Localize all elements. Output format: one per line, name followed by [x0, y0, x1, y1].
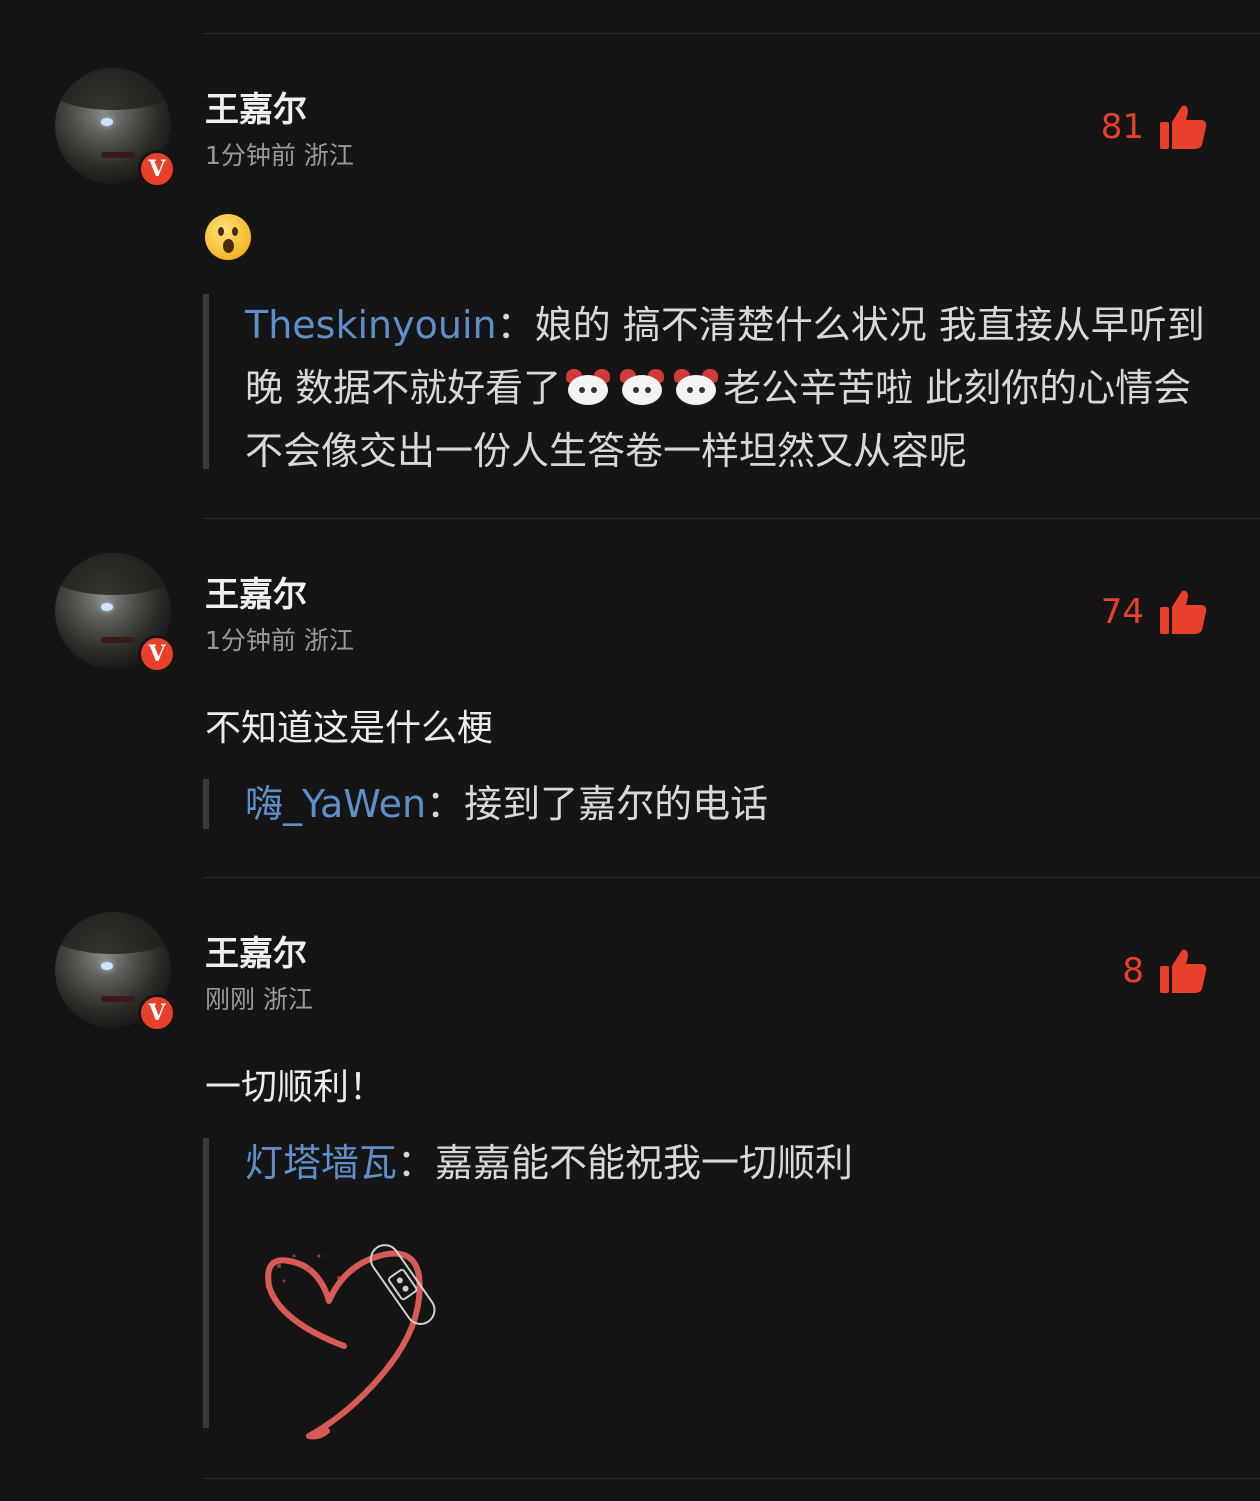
like-button[interactable]: 81 [1101, 102, 1208, 152]
like-count: 81 [1100, 107, 1144, 147]
comment-location: 浙江 [303, 626, 354, 655]
verified-badge-icon: V [138, 150, 176, 188]
comment-time: 刚刚 [205, 985, 256, 1014]
thumbs-up-icon [1160, 590, 1207, 634]
comment-text: 一切顺利！ [205, 1067, 386, 1108]
thumbs-up-icon [1160, 105, 1207, 149]
like-button[interactable]: 74 [1101, 587, 1208, 637]
divider [203, 1478, 1260, 1479]
username[interactable]: 王嘉尔 [205, 82, 307, 131]
reply-username[interactable]: Theskinyouin [245, 303, 497, 347]
comment-meta: 刚刚 浙江 [205, 980, 313, 1016]
reply-text: Theskinyouin：娘的 搞不清楚什么状况 我直接从早听到晚 数据不就好看… [245, 303, 1205, 473]
reply-text: 灯塔墙瓦：嘉嘉能不能祝我一切顺利 [245, 1141, 854, 1185]
like-button[interactable]: 8 [1122, 946, 1208, 996]
divider [203, 518, 1260, 519]
sticker-icon [618, 367, 666, 407]
verified-badge-icon: V [138, 994, 176, 1032]
like-count: 8 [1122, 951, 1144, 991]
comment-location: 浙江 [263, 985, 314, 1014]
reply-text: 嗨_YaWen：接到了嘉尔的电话 [245, 782, 769, 826]
thumbs-up-icon [1160, 949, 1207, 993]
comment-time: 1分钟前 [205, 626, 296, 655]
comment-time: 1分钟前 [205, 141, 296, 170]
reply-quote[interactable]: Theskinyouin：娘的 搞不清楚什么状况 我直接从早听到晚 数据不就好看… [203, 294, 1220, 473]
comment-meta: 1分钟前 浙江 [205, 621, 354, 657]
comment-location: 浙江 [303, 141, 354, 170]
verified-badge-icon: V [138, 635, 176, 673]
comment-meta: 1分钟前 浙江 [205, 136, 354, 172]
divider [203, 877, 1260, 878]
reply-quote[interactable]: 灯塔墙瓦：嘉嘉能不能祝我一切顺利 [203, 1138, 1220, 1440]
reply-quote[interactable]: 嗨_YaWen：接到了嘉尔的电话 [203, 779, 1220, 829]
sticker-icon [564, 367, 612, 407]
divider [203, 33, 1260, 34]
username[interactable]: 王嘉尔 [205, 926, 307, 975]
like-count: 74 [1100, 592, 1144, 632]
reply-username[interactable]: 灯塔墙瓦 [245, 1141, 397, 1185]
heart-bandage-image[interactable] [249, 1226, 469, 1446]
username[interactable]: 王嘉尔 [205, 567, 307, 616]
reply-username[interactable]: 嗨_YaWen [245, 782, 426, 826]
sticker-icon [672, 367, 720, 407]
wow-emoji-icon [205, 214, 251, 260]
comment-text: 不知道这是什么梗 [205, 708, 494, 749]
